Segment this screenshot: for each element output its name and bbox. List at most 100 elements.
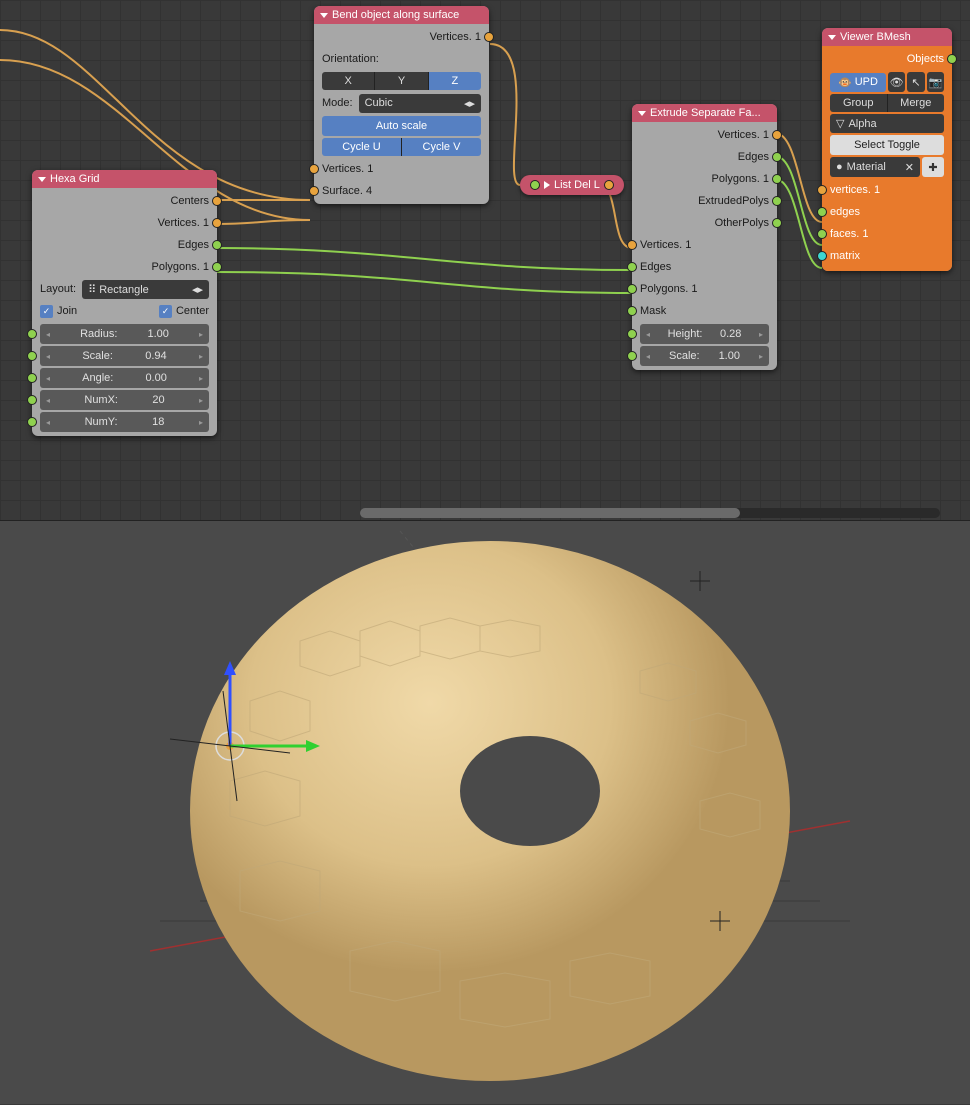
socket-out[interactable] bbox=[212, 240, 222, 250]
material-field[interactable]: ● Material✕ bbox=[830, 157, 920, 177]
socket-out[interactable] bbox=[772, 174, 782, 184]
horizontal-scrollbar[interactable] bbox=[360, 508, 940, 518]
output-edges: Edges bbox=[632, 146, 777, 168]
socket-out[interactable] bbox=[772, 152, 782, 162]
cycle-u[interactable]: Cycle U bbox=[322, 138, 402, 156]
group-merge: Group Merge bbox=[830, 94, 944, 112]
numfield[interactable]: ◂Scale:1.00▸ bbox=[640, 346, 769, 366]
socket-in[interactable] bbox=[309, 186, 319, 196]
node-viewer-bmesh[interactable]: Viewer BMesh Objects 🐵 UPD 👁 ↖ 📷 Group M… bbox=[822, 28, 952, 271]
input-matrix: matrix bbox=[822, 245, 952, 267]
socket-in[interactable] bbox=[627, 284, 637, 294]
node-header[interactable]: Viewer BMesh bbox=[822, 28, 952, 46]
socket-out[interactable] bbox=[772, 196, 782, 206]
select-toggle-button[interactable]: Select Toggle bbox=[830, 135, 944, 155]
merge-button[interactable]: Merge bbox=[888, 94, 945, 112]
layout-dropdown[interactable]: ⠿ Rectangle◂▸ bbox=[82, 280, 209, 299]
input-edges: edges bbox=[822, 201, 952, 223]
mode-row: Mode: Cubic◂▸ bbox=[314, 92, 489, 114]
output-other: OtherPolys bbox=[632, 212, 777, 234]
input-faces: faces. 1 bbox=[822, 223, 952, 245]
scrollbar-thumb[interactable] bbox=[360, 508, 740, 518]
group-button[interactable]: Group bbox=[830, 94, 888, 112]
output-vertices: Vertices. 1 bbox=[314, 26, 489, 48]
param-angle: ◂Angle:0.00▸ bbox=[32, 368, 217, 388]
socket-in[interactable] bbox=[27, 373, 37, 383]
socket-in[interactable] bbox=[27, 351, 37, 361]
socket-out[interactable] bbox=[772, 130, 782, 140]
numfield[interactable]: ◂Scale:0.94▸ bbox=[40, 346, 209, 366]
input-edges: Edges bbox=[632, 256, 777, 278]
socket-out[interactable] bbox=[947, 54, 957, 64]
socket-in[interactable] bbox=[530, 180, 540, 190]
input-vertices: vertices. 1 bbox=[822, 179, 952, 201]
socket-out[interactable] bbox=[772, 218, 782, 228]
socket-in[interactable] bbox=[309, 164, 319, 174]
socket-out[interactable] bbox=[212, 196, 222, 206]
socket-in[interactable] bbox=[817, 207, 827, 217]
layout-row: Layout: ⠿ Rectangle◂▸ bbox=[32, 278, 217, 300]
node-header[interactable]: Bend object along surface bbox=[314, 6, 489, 24]
socket-in[interactable] bbox=[817, 229, 827, 239]
node-header[interactable]: Extrude Separate Fa... bbox=[632, 104, 777, 122]
socket-out[interactable] bbox=[604, 180, 614, 190]
cursor-icon[interactable]: ↖ bbox=[907, 72, 924, 92]
socket-in[interactable] bbox=[627, 240, 637, 250]
socket-in[interactable] bbox=[27, 395, 37, 405]
numfield[interactable]: ◂NumX:20▸ bbox=[40, 390, 209, 410]
node-editor[interactable]: Hexa Grid Centers Vertices. 1 Edges Poly… bbox=[0, 0, 970, 520]
eye-icon[interactable]: 👁 bbox=[888, 72, 905, 92]
node-bend-surface[interactable]: Bend object along surface Vertices. 1 Or… bbox=[314, 6, 489, 204]
node-title: Viewer BMesh bbox=[840, 31, 911, 43]
upd-button[interactable]: 🐵 UPD bbox=[830, 73, 886, 92]
output-centers: Centers bbox=[32, 190, 217, 212]
cycle-v[interactable]: Cycle V bbox=[402, 138, 481, 156]
join-checkbox[interactable]: ✓Join bbox=[40, 305, 77, 318]
add-material-icon[interactable]: ✚ bbox=[922, 157, 944, 177]
node-title: List Del L bbox=[554, 179, 600, 191]
output-objects: Objects bbox=[822, 48, 952, 70]
center-checkbox[interactable]: ✓Center bbox=[159, 305, 209, 318]
toolbar-row: 🐵 UPD 👁 ↖ 📷 bbox=[830, 72, 944, 92]
input-vertices: Vertices. 1 bbox=[314, 158, 489, 180]
viewport-render bbox=[0, 521, 970, 1105]
axis-x[interactable]: X bbox=[322, 72, 375, 90]
socket-in[interactable] bbox=[27, 329, 37, 339]
socket-in[interactable] bbox=[27, 417, 37, 427]
param-numx: ◂NumX:20▸ bbox=[32, 390, 217, 410]
socket-out[interactable] bbox=[212, 218, 222, 228]
node-list-del[interactable]: List Del L bbox=[520, 175, 624, 195]
mode-label: Mode: bbox=[322, 97, 353, 109]
auto-scale-button[interactable]: Auto scale bbox=[322, 116, 481, 136]
socket-out[interactable] bbox=[212, 262, 222, 272]
axis-z[interactable]: Z bbox=[429, 72, 481, 90]
socket-in[interactable] bbox=[627, 329, 637, 339]
socket-in[interactable] bbox=[627, 306, 637, 316]
3d-viewport[interactable] bbox=[0, 520, 970, 1104]
output-vertices: Vertices. 1 bbox=[32, 212, 217, 234]
mode-dropdown[interactable]: Cubic◂▸ bbox=[359, 94, 481, 113]
collapse-icon bbox=[38, 177, 46, 182]
render-icon[interactable]: 📷 bbox=[927, 72, 944, 92]
alpha-row[interactable]: ▽ Alpha bbox=[830, 114, 944, 133]
node-extrude-faces[interactable]: Extrude Separate Fa... Vertices. 1 Edges… bbox=[632, 104, 777, 370]
socket-in[interactable] bbox=[817, 185, 827, 195]
input-surface: Surface. 4 bbox=[314, 180, 489, 202]
socket-in[interactable] bbox=[627, 262, 637, 272]
collapse-icon bbox=[544, 181, 550, 189]
input-vertices: Vertices. 1 bbox=[632, 234, 777, 256]
socket-in[interactable] bbox=[817, 251, 827, 261]
param-scale: ◂Scale:0.94▸ bbox=[32, 346, 217, 366]
numfield[interactable]: ◂Radius:1.00▸ bbox=[40, 324, 209, 344]
numfield[interactable]: ◂Angle:0.00▸ bbox=[40, 368, 209, 388]
socket-out[interactable] bbox=[484, 32, 494, 42]
param-numy: ◂NumY:18▸ bbox=[32, 412, 217, 432]
node-header[interactable]: Hexa Grid bbox=[32, 170, 217, 188]
numfield[interactable]: ◂NumY:18▸ bbox=[40, 412, 209, 432]
axis-y[interactable]: Y bbox=[375, 72, 428, 90]
socket-in[interactable] bbox=[627, 351, 637, 361]
numfield[interactable]: ◂Height:0.28▸ bbox=[640, 324, 769, 344]
node-hexa-grid[interactable]: Hexa Grid Centers Vertices. 1 Edges Poly… bbox=[32, 170, 217, 436]
orientation-switch[interactable]: X Y Z bbox=[322, 72, 481, 90]
node-title: Bend object along surface bbox=[332, 9, 459, 21]
